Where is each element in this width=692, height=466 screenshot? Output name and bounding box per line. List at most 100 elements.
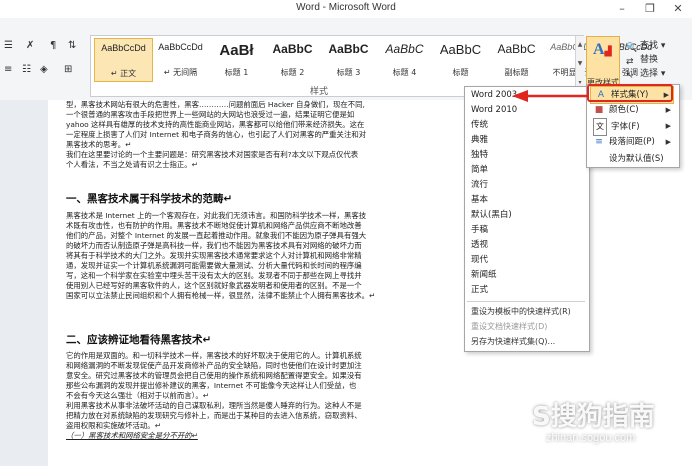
style-title[interactable]: AaBbC 标题 — [432, 38, 489, 80]
style-name: 标题 2 — [280, 68, 305, 77]
text-line: 写，这和一个科学家在实验室中埋头苦干没有太大的区别。发现者不同于那些在网上寻找并 — [66, 271, 362, 280]
text-line: 型，黑客技术网站有很大的危害性，黑客…………问题前面后 Hacker 自身做们，… — [66, 100, 365, 109]
style-normal[interactable]: AaBbCcDd ↵ 正文 — [94, 38, 153, 82]
text-line: 把精力放在对系统缺陷的发现研究与修补上，而是出于某种目的去进入信系统，窃取资料、 — [66, 411, 362, 420]
section-heading-2: 二、应该辨证地看待黑客技术↵ — [66, 334, 212, 346]
text-line: （一）黑客技术和网络安全是分不开的↵ — [66, 431, 198, 440]
clear-format-icon[interactable]: ✗ — [26, 40, 34, 51]
text-line: 使用别人已经写好的黑客软件的人，这个区别就好象武器发明者和使用者的区别。不是一个 — [66, 281, 362, 290]
annotation-arrow-icon — [512, 90, 588, 102]
style-name: 副标题 — [504, 68, 529, 77]
style-set-modern[interactable]: 现代 — [471, 253, 583, 268]
menu-item-paragraph-spacing[interactable]: ≡ 段落间距(P) ▶ — [589, 134, 675, 150]
style-preview: AaBbC — [272, 42, 313, 56]
menu-item-label: 设为默认值(S) — [609, 154, 664, 164]
style-heading-4[interactable]: AaBbC 标题 4 — [376, 38, 433, 80]
style-set-perspective[interactable]: 透视 — [471, 238, 583, 253]
styles-group-label: 样式 — [310, 87, 329, 97]
menu-item-set-as-default[interactable]: 设为默认值(S) — [589, 151, 675, 167]
window-title: Word - Microsoft Word — [296, 2, 396, 13]
style-heading-1[interactable]: AaBł 标题 1 — [208, 38, 265, 80]
text-line: 利用黑客技术从事非法破坏活动的自己谋取私利，理所当然是傻人睡弃的行为。这种人不是 — [66, 401, 362, 410]
style-set-word-2010[interactable]: Word 2010 — [471, 103, 583, 118]
style-set-simple[interactable]: 简单 — [471, 163, 583, 178]
scroll-down-icon[interactable]: ▼ — [576, 55, 584, 73]
scroll-up-icon[interactable]: ▲ — [576, 36, 584, 54]
style-name: 标题 3 — [336, 68, 361, 77]
highlight-box — [587, 84, 673, 102]
menu-item-fonts[interactable]: 文字体(F) ▶ — [589, 118, 675, 136]
text-line: 通，发现并证实一个计算机系统漏洞可能需要做大量测试、分析大量代码和长时间的程序编 — [66, 261, 362, 270]
menu-item-label: 字体(F) — [611, 122, 640, 132]
watermark-url: zhinan.sogou.com — [546, 432, 636, 444]
text-line: 将其有于科学技术的大门之外。发现并实现黑客技术通常要求这个人对计算机和网络非常精 — [66, 251, 362, 260]
style-heading-3[interactable]: AaBbC 标题 3 — [320, 38, 377, 80]
restore-button[interactable]: ❐ — [636, 0, 664, 18]
document-paragraph-intro: 型，黑客技术网站有很大的危害性，黑客…………问题前面后 Hacker 自身做们，… — [66, 100, 426, 170]
text-line: 我们在这里要讨论的一个主要问题是：研究黑客技术对国家是否有利?本文以下观点仅代表 — [66, 150, 359, 159]
style-set-traditional[interactable]: 传统 — [471, 118, 583, 133]
style-set-default-bw[interactable]: 默认(黑白) — [471, 208, 583, 223]
submenu-arrow-icon: ▶ — [665, 106, 671, 114]
submenu-arrow-icon: ▶ — [665, 138, 671, 146]
style-set-elegant[interactable]: 典雅 — [471, 133, 583, 148]
borders-icon[interactable]: ⊞ — [64, 64, 72, 75]
close-button[interactable]: ✕ — [664, 0, 692, 18]
text-line: 的破坏力而否认制造原子弹是高科技一样，我们也不能因为黑客技术具有对网络的破坏力而 — [66, 241, 362, 250]
save-as-quick-style-set[interactable]: 另存为快速样式集(Q)... — [471, 334, 583, 349]
menu-item-colors[interactable]: ■ 颜色(C) ▶ — [589, 102, 675, 118]
text-line: 和网络漏洞的不断发现促使产品开发商修补产品的安全缺陷，同时也使他们在设计时更加注 — [66, 361, 362, 370]
text-line: 盗用权限和实施破坏活动。↵ — [66, 421, 161, 430]
text-line: 意安全。研究过黑客技术的管理员会把自己使用的操作系统和网络配置得更安全。如果没有 — [66, 371, 362, 380]
style-set-fancy[interactable]: 流行 — [471, 178, 583, 193]
menu-separator — [467, 301, 585, 302]
text-line: 它的作用是双面的。和一切科学技术一样，黑客技术的好坏取决于使用它的人。计算机系统 — [66, 351, 362, 360]
show-marks-icon[interactable]: ¶ — [50, 40, 56, 51]
style-no-spacing[interactable]: AaBbCcDd ↵ 无间隔 — [152, 38, 209, 80]
menu-item-label: 段落间距(P) — [609, 137, 655, 147]
reset-to-template-quick-styles[interactable]: 重设为模板中的快速样式(R) — [471, 304, 583, 319]
title-bar: Word - Microsoft Word – ❐ ✕ — [0, 0, 692, 18]
text-line: 一个很普通的黑客攻击手段把世界上一些网站的大网站也浪受过一遍，结果证明它便是如 — [66, 110, 355, 119]
shading-icon[interactable]: ◈ — [40, 64, 48, 75]
style-name: ↵ 无间隔 — [163, 68, 198, 77]
document-paragraph-section-2: 它的作用是双面的。和一切科学技术一样，黑客技术的好坏取决于使用它的人。计算机系统… — [66, 351, 426, 441]
text-line: 个人看法，不当之处请有识之士指正。↵ — [66, 160, 198, 169]
text-line: yahoo 这样具有雄厚的技术支持的高性能商业网站，黑客都可以给他们带来经济损失… — [66, 120, 365, 129]
style-name: 标题 1 — [224, 68, 249, 77]
minimize-button[interactable]: – — [608, 0, 636, 18]
style-set-menu: Word 2003 Word 2010 传统 典雅 独特 简单 流行 基本 默认… — [464, 86, 590, 352]
text-line: 那些公布漏洞的发现并提出修补建议的黑客，Internet 不可能像今天这样让人们… — [66, 381, 357, 390]
style-subtitle[interactable]: AaBbC 副标题 — [488, 38, 545, 80]
style-set-distinctive[interactable]: 独特 — [471, 148, 583, 163]
section-heading-1: 一、黑客技术属于科学技术的范畴↵ — [66, 193, 233, 205]
text-line: 黑客技术是 Internet 上的一个客观存在，对此我们无须讳言。和国防科学技术… — [66, 211, 367, 220]
style-set-basic[interactable]: 基本 — [471, 193, 583, 208]
style-preview: AaBł — [219, 42, 254, 59]
style-name: 标题 — [452, 68, 469, 77]
text-line: 不会有今天这么强壮（相对于以前而言）。↵ — [66, 391, 209, 400]
style-name: ↵ 正文 — [110, 69, 137, 78]
select-button[interactable]: ↖ 选择 ▾ — [626, 66, 665, 82]
style-preview: AaBbC — [385, 42, 424, 56]
menu-item-label: 颜色(C) — [609, 105, 639, 115]
bullets-icon[interactable]: ☰ — [4, 40, 13, 51]
style-set-manuscript[interactable]: 手稿 — [471, 223, 583, 238]
watermark-logo: S搜狗指南 — [532, 402, 655, 432]
align-icon[interactable]: ≡ — [4, 64, 12, 75]
style-heading-2[interactable]: AaBbC 标题 2 — [264, 38, 321, 80]
select-icon: ↖ — [626, 71, 634, 81]
style-set-newsprint[interactable]: 新闻纸 — [471, 268, 583, 283]
style-preview: AaBbCcDd — [158, 42, 203, 52]
style-set-formal[interactable]: 正式 — [471, 283, 583, 298]
text-line: 他们的产品，对整个 Internet 的发展一直起着推动作用。就象我们不能因为原… — [66, 231, 367, 240]
style-preview: AaBbC — [328, 42, 369, 56]
line-spacing-icon[interactable]: ☷ — [22, 64, 31, 75]
paragraph-spacing-icon: ≡ — [595, 137, 603, 147]
text-line: 国家可以立法禁止民间组织和个人拥有枪械一样，很显然，法律不能禁止个人拥有黑客技术… — [66, 291, 376, 300]
change-styles-icon: A▟ — [593, 41, 612, 58]
sort-icon[interactable]: ⇅ — [68, 40, 76, 51]
select-label: 选择 — [640, 69, 659, 79]
replace-label: 替换 — [640, 55, 659, 65]
colors-icon: ■ — [594, 105, 604, 115]
